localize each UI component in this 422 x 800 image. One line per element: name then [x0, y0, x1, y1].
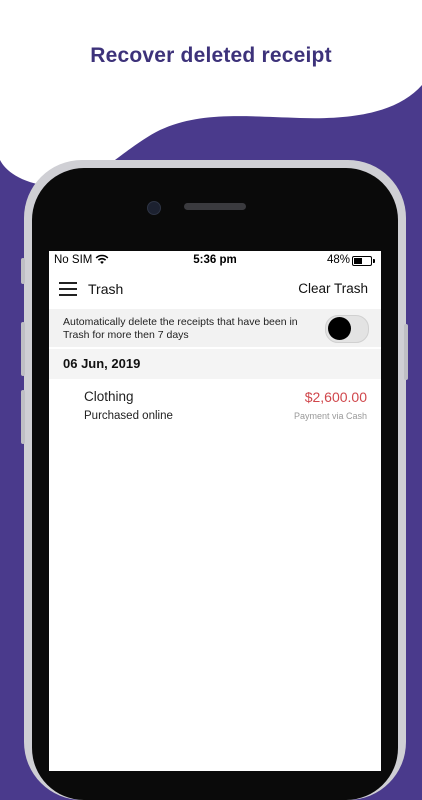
auto-delete-toggle[interactable]: [325, 315, 369, 343]
auto-delete-label: Automatically delete the receipts that h…: [63, 316, 298, 341]
volume-up-button: [21, 322, 25, 376]
battery-fill: [354, 258, 362, 264]
clear-trash-button[interactable]: Clear Trash: [298, 281, 368, 296]
battery-nub: [373, 259, 375, 263]
power-button: [404, 324, 408, 380]
app-screen: No SIM 5:36 pm 48% Trash Clear Trash Aut…: [49, 251, 381, 771]
nav-bar: Trash Clear Trash: [49, 271, 381, 309]
receipt-amount: $2,600.00: [304, 389, 367, 405]
mute-switch: [21, 258, 25, 284]
earpiece-speaker: [184, 203, 246, 210]
receipt-subtitle: Purchased online: [84, 410, 173, 422]
receipt-payment-method: Payment via Cash: [293, 411, 367, 421]
receipt-name: Clothing: [84, 389, 134, 404]
front-camera: [147, 201, 161, 215]
status-bar: No SIM 5:36 pm 48%: [49, 251, 381, 271]
date-section-header: 06 Jun, 2019: [49, 349, 381, 379]
receipt-row[interactable]: Clothing Purchased online $2,600.00 Paym…: [49, 379, 381, 435]
battery-percent: 48%: [326, 254, 350, 266]
volume-down-button: [21, 390, 25, 444]
battery-icon: [352, 256, 375, 266]
section-date: 06 Jun, 2019: [63, 356, 141, 371]
headline: Recover deleted receipt: [90, 44, 332, 67]
page-title: Trash: [88, 281, 124, 297]
toggle-knob: [328, 317, 351, 340]
hamburger-menu-icon[interactable]: [59, 282, 77, 296]
auto-delete-setting: Automatically delete the receipts that h…: [49, 309, 381, 347]
